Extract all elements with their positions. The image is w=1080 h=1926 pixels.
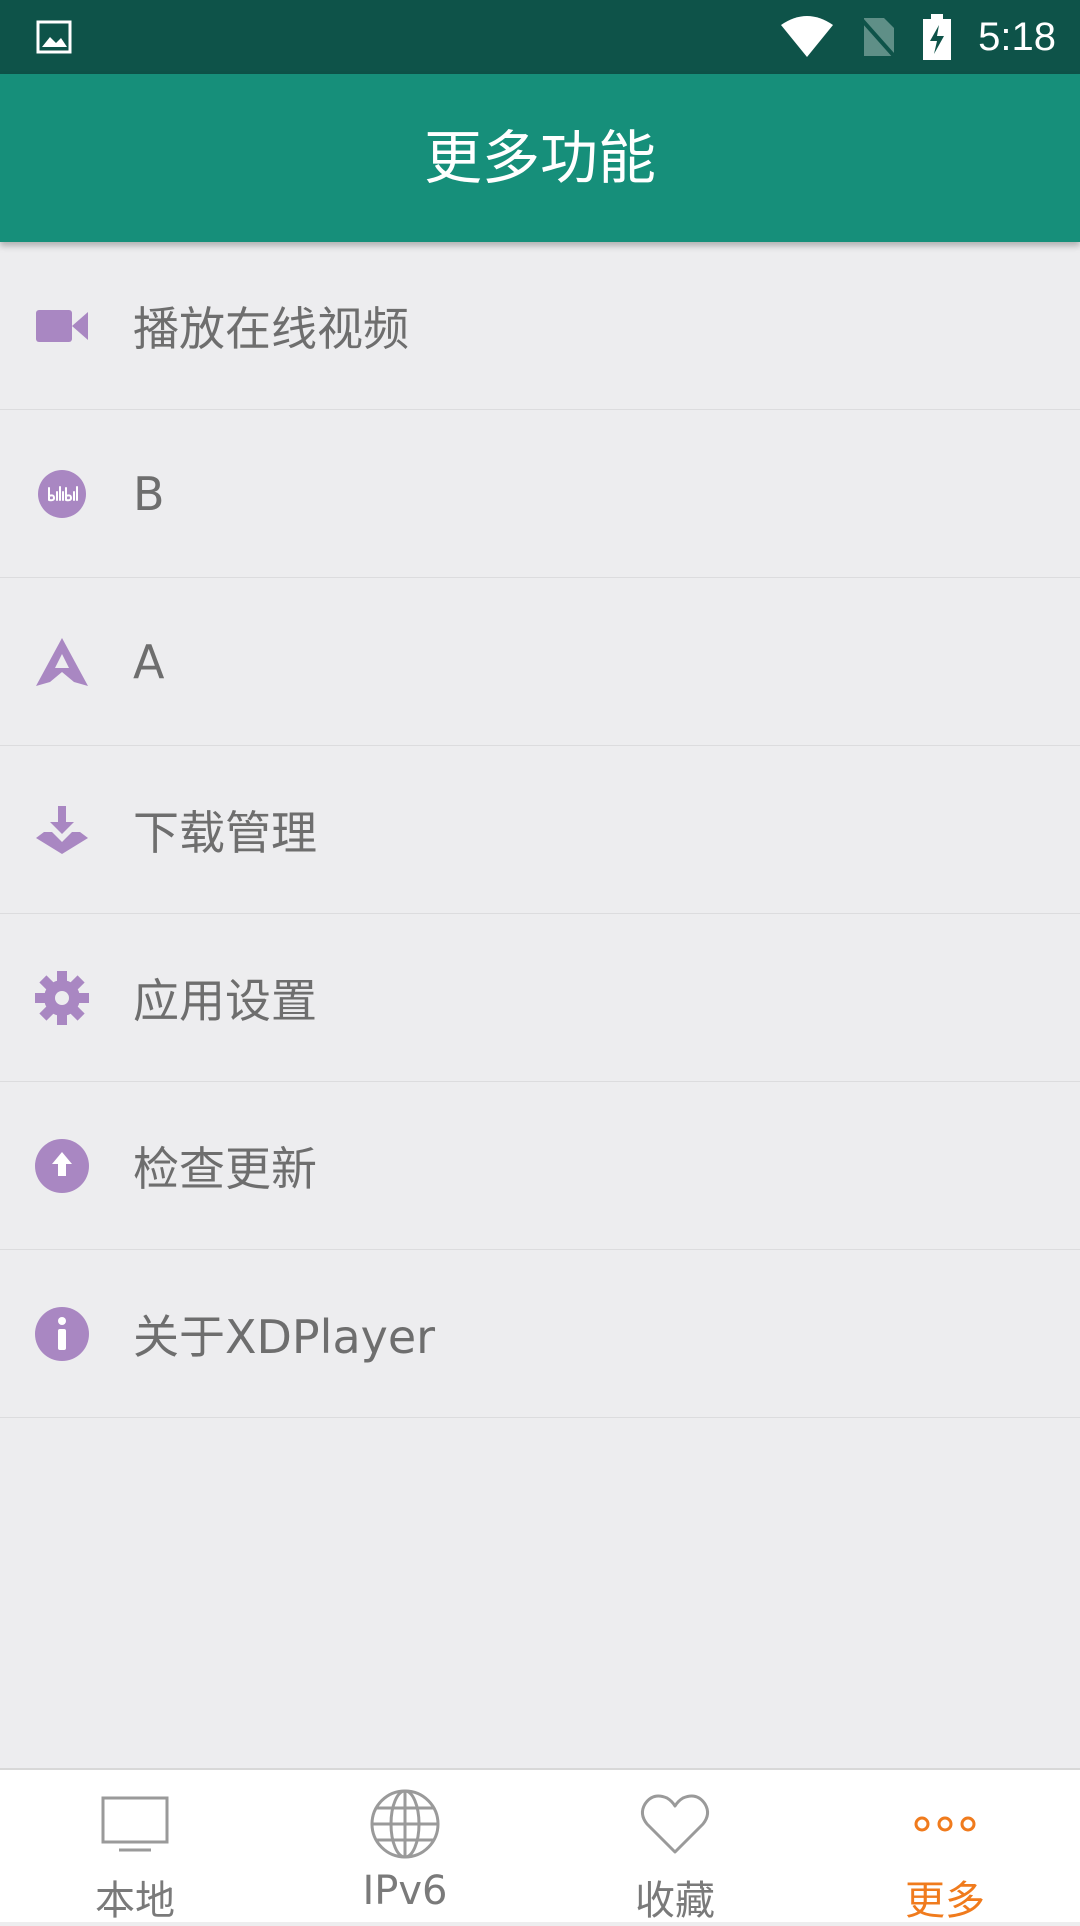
menu-list: 播放在线视频 B A 下载管理 应用设置 检查更新 关于XDPlayer [0,242,1080,1418]
menu-item-bilibili[interactable]: B [0,410,1080,578]
more-dots-icon [914,1816,976,1832]
status-icons: 5:18 [780,0,1056,74]
menu-item-label: 应用设置 [133,973,317,1028]
tab-label: 本地 [95,1878,175,1924]
battery-charging-icon [923,14,952,60]
menu-item-app-settings[interactable]: 应用设置 [0,914,1080,1082]
menu-item-label: B [133,466,165,521]
menu-item-download-manager[interactable]: 下载管理 [0,746,1080,914]
menu-item-acfun[interactable]: A [0,578,1080,746]
status-bar: 5:18 [0,0,1080,74]
clock: 5:18 [978,14,1056,59]
menu-item-label: 关于XDPlayer [133,1309,436,1364]
heart-icon [640,1794,710,1854]
tv-icon [101,1796,169,1852]
menu-item-online-video[interactable]: 播放在线视频 [0,242,1080,410]
menu-item-about[interactable]: 关于XDPlayer [0,1250,1080,1418]
tab-label: 收藏 [635,1878,715,1924]
menu-item-label: A [133,634,165,689]
wifi-icon [781,16,834,57]
menu-item-check-update[interactable]: 检查更新 [0,1082,1080,1250]
download-tray-icon [36,805,88,854]
tab-label: 更多 [905,1878,985,1924]
app-bar: 更多功能 [0,74,1080,242]
bottom-navigation: 本地 IPv6 收藏 更多 [0,1768,1080,1924]
upload-circle-icon [35,1138,89,1193]
video-camera-icon [36,309,88,342]
tab-ipv6[interactable]: IPv6 [270,1770,540,1922]
menu-item-label: 播放在线视频 [133,301,409,356]
bilibili-icon [38,469,86,518]
acfun-icon [36,637,88,686]
tab-more[interactable]: 更多 [810,1770,1080,1924]
tab-local[interactable]: 本地 [0,1770,270,1924]
menu-item-label: 检查更新 [133,1141,317,1196]
menu-item-label: 下载管理 [133,805,317,860]
tab-favorites[interactable]: 收藏 [540,1770,810,1924]
no-sim-icon [860,18,896,58]
tab-label: IPv6 [362,1868,448,1914]
gear-icon [35,970,89,1025]
globe-icon [370,1789,440,1859]
image-notification-icon [36,20,72,54]
info-icon [35,1306,89,1361]
page-title: 更多功能 [423,124,656,192]
